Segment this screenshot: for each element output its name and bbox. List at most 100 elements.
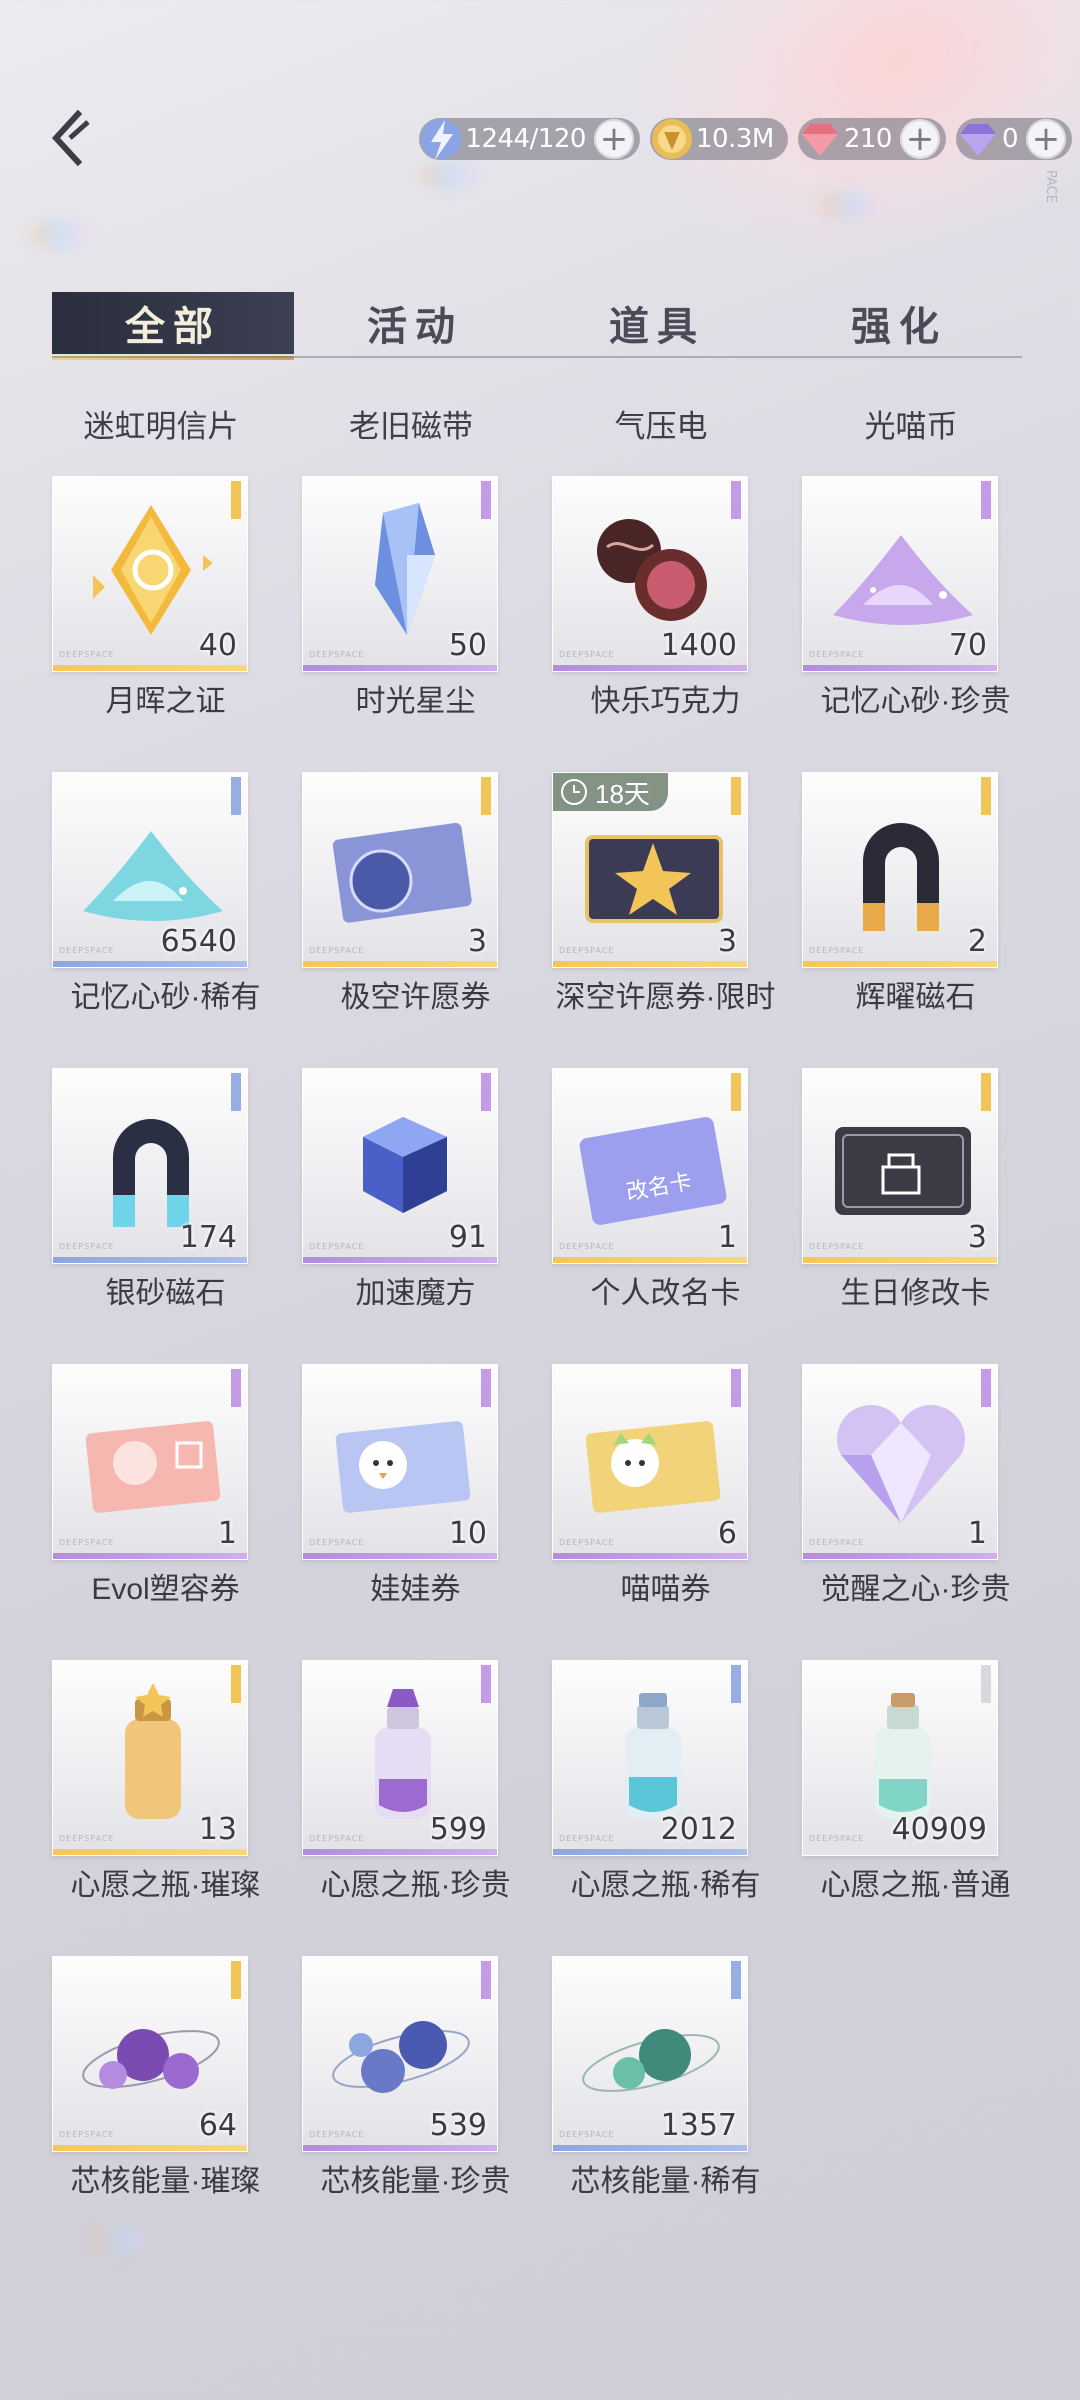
cyan-sand-pile-icon [83,831,223,921]
item-card[interactable]: DEEPSPACE 40909 [802,1660,998,1856]
blue-bottle-icon [625,1693,681,1819]
item-name: 芯核能量·珍贵 [320,2165,511,2198]
add-stamina-button[interactable]: + [593,119,634,159]
resource-gold: 10.3M [649,118,788,160]
rarity-bar [303,961,497,967]
rarity-flag [231,1073,241,1111]
timer-text: 18天 [595,778,650,809]
rarity-flag [731,1369,741,1407]
item-name: 快乐巧克力 [590,685,741,718]
item-card[interactable]: DEEPSPACE 1 [802,1364,998,1560]
gold-magnet-icon [863,823,939,931]
item-card[interactable]: DEEPSPACE 18天 3 [552,772,748,968]
cat-ticket-icon [585,1421,721,1513]
item-card[interactable]: DEEPSPACE 40 [52,476,248,672]
add-red-gem-button[interactable]: + [899,119,940,159]
item-row: DEEPSPACE 13 心愿之瓶·璀璨 DEEPSPACE 599 心愿之瓶·珍贵 DEE… [36,1646,1036,1942]
item-name: 迷虹明信片 [83,409,239,444]
gold-coin-icon [651,119,692,159]
purple-gem-value: 0 [1001,124,1019,154]
item-name: 光喵币 [864,409,958,444]
rarity-flag [481,1961,491,1999]
blue-orbs-icon [332,2021,470,2093]
item-row: DEEPSPACE 64 芯核能量·璀璨 DEEPSPACE 539 芯核能量·珍贵 DEE… [36,1942,1036,2238]
item-quantity: 2012 [660,1812,737,1847]
card-watermark: DEEPSPACE [309,1834,365,1843]
add-purple-gem-button[interactable]: + [1026,119,1066,159]
rarity-bar [553,665,747,671]
card-watermark: DEEPSPACE [59,946,115,955]
rarity-bar [553,1849,747,1855]
item-name: 生日修改卡 [840,1277,991,1310]
item-card[interactable]: DEEPSPACE 6 [552,1364,748,1560]
rarity-bar [803,1849,997,1855]
card-watermark: DEEPSPACE [809,1538,865,1547]
rarity-flag [481,1665,491,1703]
item-name: 银砂磁石 [105,1277,226,1310]
sparkle-decoration [420,160,480,190]
item-card[interactable]: 改名卡 DEEPSPACE 1 [552,1068,748,1264]
top-item-labels: 迷虹明信片 老旧磁带 气压电 光喵币 [36,392,1036,462]
item-cell: DEEPSPACE 3 生日修改卡 [786,1054,1036,1350]
item-row: DEEPSPACE 174 银砂磁石 DEEPSPACE 91 加速魔方 改名卡 DEEPSP… [36,1054,1036,1350]
item-cell: DEEPSPACE 40909 心愿之瓶·普通 [786,1646,1036,1942]
rarity-bar [303,1257,497,1263]
tab-enhance[interactable]: 强化 [778,292,1020,354]
item-cell: DEEPSPACE 13 心愿之瓶·璀璨 [36,1646,286,1942]
item-quantity: 1 [967,1516,987,1551]
purple-bottle-icon [375,1689,431,1819]
item-card[interactable]: DEEPSPACE 10 [302,1364,498,1560]
rarity-flag [231,1369,241,1407]
item-card[interactable]: DEEPSPACE 50 [302,476,498,672]
card-watermark: DEEPSPACE [59,1834,115,1843]
item-card[interactable]: DEEPSPACE 2012 [552,1660,748,1856]
item-card[interactable]: DEEPSPACE 70 [802,476,998,672]
item-name: 芯核能量·璀璨 [70,2165,261,2198]
item-card[interactable]: DEEPSPACE 3 [802,1068,998,1264]
item-card[interactable]: DEEPSPACE 539 [302,1956,498,2152]
item-card[interactable]: DEEPSPACE 3 [302,772,498,968]
item-card[interactable]: DEEPSPACE 1 [52,1364,248,1560]
item-name: 记忆心砂·稀有 [70,981,261,1014]
card-watermark: DEEPSPACE [809,1834,865,1843]
lightning-icon [421,119,462,160]
rarity-flag [981,777,991,815]
rarity-flag [481,1369,491,1407]
item-card[interactable]: DEEPSPACE 13 [52,1660,248,1856]
item-name: 心愿之瓶·璀璨 [70,1869,261,1902]
item-cell: DEEPSPACE 1357 芯核能量·稀有 [536,1942,786,2238]
tab-props[interactable]: 道具 [536,292,778,354]
item-card[interactable]: DEEPSPACE 91 [302,1068,498,1264]
card-watermark: DEEPSPACE [309,1242,365,1251]
gold-bottle-icon [125,1683,181,1819]
doll-ticket-icon [335,1421,471,1513]
rarity-flag [981,1369,991,1407]
rarity-bar [53,961,247,967]
item-quantity: 40 [198,628,237,663]
item-card[interactable]: DEEPSPACE 1400 [552,476,748,672]
item-card[interactable]: DEEPSPACE 174 [52,1068,248,1264]
back-button[interactable] [44,108,94,168]
item-name: 心愿之瓶·普通 [820,1869,1011,1902]
rarity-bar [553,1553,747,1559]
item-cell: DEEPSPACE 6540 记忆心砂·稀有 [36,758,286,1054]
item-card[interactable]: DEEPSPACE 64 [52,1956,248,2152]
red-gem-value: 210 [843,124,893,154]
item-quantity: 1 [217,1516,237,1551]
item-cell: DEEPSPACE 599 心愿之瓶·珍贵 [286,1646,536,1942]
item-card[interactable]: DEEPSPACE 6540 [52,772,248,968]
item-quantity: 91 [448,1220,487,1255]
green-orbs-icon [582,2029,720,2092]
item-name: Evol塑容券 [91,1573,240,1606]
card-watermark: DEEPSPACE [59,650,115,659]
tab-event[interactable]: 活动 [294,292,536,354]
rarity-bar [553,961,747,967]
item-card[interactable]: DEEPSPACE 1357 [552,1956,748,2152]
rarity-bar [53,665,247,671]
item-card[interactable]: DEEPSPACE 599 [302,1660,498,1856]
rename-card-icon: 改名卡 [579,1117,727,1225]
rarity-flag [731,1665,741,1703]
rarity-bar [553,1257,747,1263]
item-card[interactable]: DEEPSPACE 2 [802,772,998,968]
tab-all[interactable]: 全部 [52,292,294,360]
